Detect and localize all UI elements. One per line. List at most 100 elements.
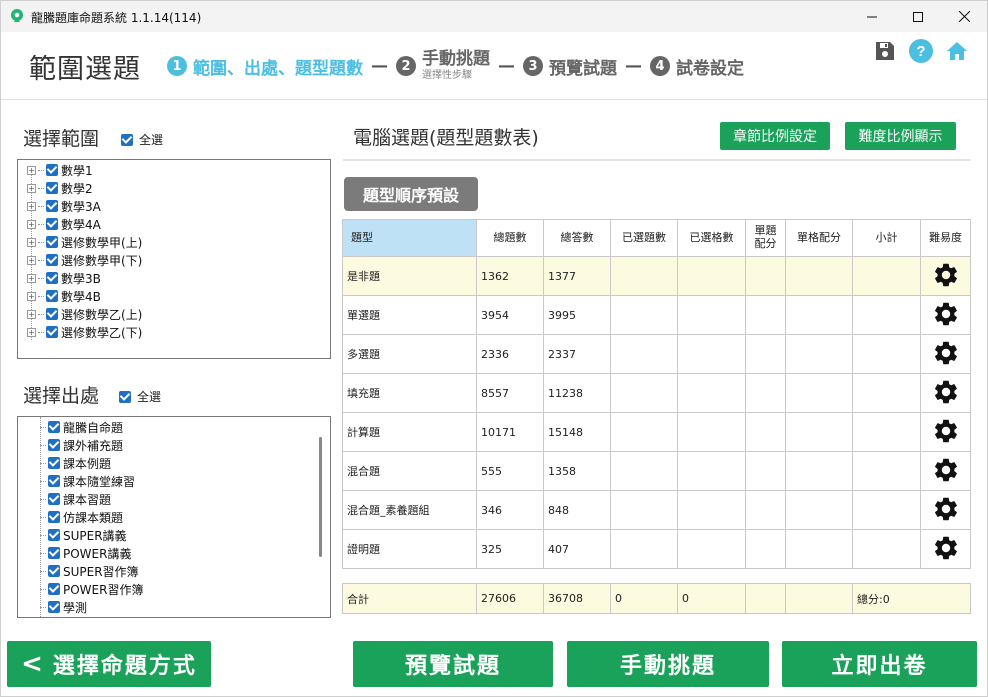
- table-row[interactable]: 填充題 8557 11238: [342, 373, 971, 413]
- tree-item[interactable]: + 選修數學乙(下): [27, 323, 142, 341]
- per-question-score-cell[interactable]: [745, 490, 786, 530]
- checkbox[interactable]: [46, 200, 58, 212]
- selected-questions-cell[interactable]: [610, 256, 678, 296]
- tree-item[interactable]: POWER講義: [40, 544, 143, 562]
- per-question-score-cell[interactable]: [745, 412, 786, 452]
- difficulty-settings-button[interactable]: [920, 490, 971, 530]
- selected-cells-cell[interactable]: [677, 412, 746, 452]
- subtotal-cell[interactable]: [852, 451, 921, 491]
- tree-item[interactable]: 仿課本類題: [40, 508, 143, 526]
- tree-item[interactable]: 課外補充題: [40, 436, 143, 454]
- checkbox[interactable]: [46, 272, 58, 284]
- selected-cells-cell[interactable]: [677, 256, 746, 296]
- expand-icon[interactable]: +: [27, 165, 36, 175]
- checkbox[interactable]: [48, 547, 60, 559]
- tree-item[interactable]: + 數學3A: [27, 197, 142, 215]
- per-question-score-cell[interactable]: [745, 451, 786, 491]
- per-question-score-cell[interactable]: [745, 529, 786, 569]
- tree-item[interactable]: SUPER習作簿: [40, 562, 143, 580]
- per-cell-score-cell[interactable]: [785, 451, 853, 491]
- checkbox[interactable]: [48, 457, 60, 469]
- table-row[interactable]: 混合題 555 1358: [342, 451, 971, 491]
- subtotal-cell[interactable]: [852, 490, 921, 530]
- tree-item[interactable]: POWER習作簿: [40, 580, 143, 598]
- tree-item[interactable]: 課本例題: [40, 454, 143, 472]
- table-row[interactable]: 是非題 1362 1377: [342, 256, 971, 296]
- per-question-score-cell[interactable]: [745, 256, 786, 296]
- table-row[interactable]: 混合題_素養題組 346 848: [342, 490, 971, 530]
- per-cell-score-cell[interactable]: [785, 490, 853, 530]
- selected-questions-cell[interactable]: [610, 373, 678, 413]
- table-row[interactable]: 單選題 3954 3995: [342, 295, 971, 335]
- difficulty-settings-button[interactable]: [920, 256, 971, 296]
- help-button[interactable]: ?: [909, 39, 933, 63]
- selected-questions-cell[interactable]: [610, 451, 678, 491]
- difficulty-settings-button[interactable]: [920, 412, 971, 452]
- selected-cells-cell[interactable]: [677, 451, 746, 491]
- selected-cells-cell[interactable]: [677, 373, 746, 413]
- per-cell-score-cell[interactable]: [785, 256, 853, 296]
- subtotal-cell[interactable]: [852, 334, 921, 374]
- scope-select-all[interactable]: 全選: [121, 131, 163, 148]
- difficulty-settings-button[interactable]: [920, 295, 971, 335]
- checkbox[interactable]: [121, 133, 133, 146]
- selected-questions-cell[interactable]: [610, 334, 678, 374]
- back-to-method-button[interactable]: < 選擇命題方式: [7, 641, 211, 687]
- tree-item[interactable]: 學測: [40, 598, 143, 616]
- subtotal-cell[interactable]: [852, 295, 921, 335]
- tree-item[interactable]: 課本習題: [40, 490, 143, 508]
- per-cell-score-cell[interactable]: [785, 334, 853, 374]
- checkbox[interactable]: [46, 182, 58, 194]
- tree-item[interactable]: + 選修數學甲(上): [27, 233, 142, 251]
- checkbox[interactable]: [46, 254, 58, 266]
- subtotal-cell[interactable]: [852, 529, 921, 569]
- expand-icon[interactable]: +: [27, 201, 36, 211]
- expand-icon[interactable]: +: [27, 309, 36, 319]
- expand-icon[interactable]: +: [27, 327, 36, 337]
- expand-icon[interactable]: +: [27, 273, 36, 283]
- tree-item[interactable]: + 選修數學乙(上): [27, 305, 142, 323]
- table-row[interactable]: 計算題 10171 15148: [342, 412, 971, 452]
- checkbox[interactable]: [48, 421, 60, 433]
- checkbox[interactable]: [46, 164, 58, 176]
- save-button[interactable]: [873, 39, 897, 63]
- close-button[interactable]: [941, 1, 987, 32]
- per-cell-score-cell[interactable]: [785, 529, 853, 569]
- subtotal-cell[interactable]: [852, 373, 921, 413]
- tree-item[interactable]: + 數學3B: [27, 269, 142, 287]
- table-row[interactable]: 證明題 325 407: [342, 529, 971, 569]
- per-cell-score-cell[interactable]: [785, 295, 853, 335]
- checkbox[interactable]: [119, 390, 131, 403]
- subtotal-cell[interactable]: [852, 256, 921, 296]
- checkbox[interactable]: [48, 529, 60, 541]
- per-question-score-cell[interactable]: [745, 295, 786, 335]
- checkbox[interactable]: [46, 326, 58, 338]
- scrollbar[interactable]: [319, 437, 322, 557]
- expand-icon[interactable]: +: [27, 237, 36, 247]
- per-cell-score-cell[interactable]: [785, 373, 853, 413]
- difficulty-settings-button[interactable]: [920, 373, 971, 413]
- tree-item[interactable]: + 數學1: [27, 161, 142, 179]
- selected-questions-cell[interactable]: [610, 529, 678, 569]
- preview-button[interactable]: 預覽試題: [353, 641, 553, 687]
- checkbox[interactable]: [48, 601, 60, 613]
- expand-icon[interactable]: +: [27, 183, 36, 193]
- step-2[interactable]: 2 手動挑題 選擇性步驟: [396, 47, 490, 85]
- tree-item[interactable]: 課本隨堂練習: [40, 472, 143, 490]
- step-1[interactable]: 1 範圍、出處、題型題數: [167, 47, 363, 85]
- tree-item[interactable]: 龍騰自命題: [40, 418, 143, 436]
- chapter-ratio-button[interactable]: 章節比例設定: [720, 122, 830, 150]
- tree-item[interactable]: + 選修數學甲(下): [27, 251, 142, 269]
- per-question-score-cell[interactable]: [745, 373, 786, 413]
- checkbox[interactable]: [48, 511, 60, 523]
- checkbox[interactable]: [46, 218, 58, 230]
- selected-questions-cell[interactable]: [610, 490, 678, 530]
- checkbox[interactable]: [48, 565, 60, 577]
- checkbox[interactable]: [48, 583, 60, 595]
- per-cell-score-cell[interactable]: [785, 412, 853, 452]
- type-order-default-button[interactable]: 題型順序預設: [344, 177, 478, 211]
- tree-item[interactable]: SUPER講義: [40, 526, 143, 544]
- generate-paper-button[interactable]: 立即出卷: [782, 641, 977, 687]
- difficulty-settings-button[interactable]: [920, 451, 971, 491]
- selected-cells-cell[interactable]: [677, 334, 746, 374]
